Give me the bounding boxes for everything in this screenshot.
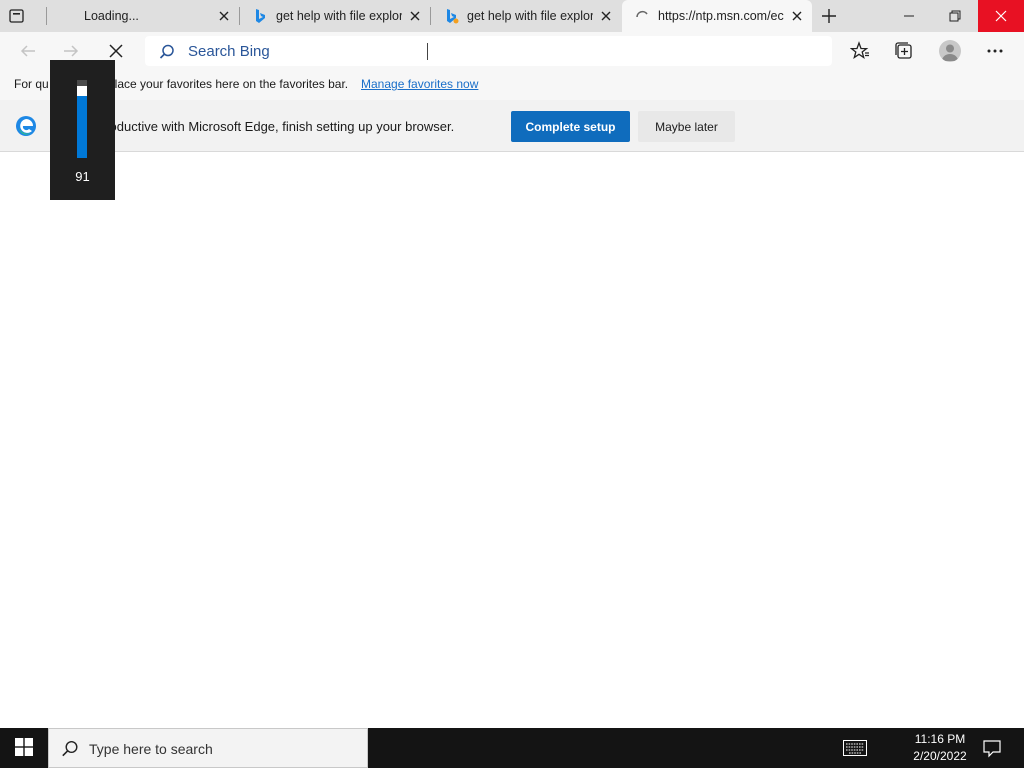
- touch-keyboard-icon[interactable]: [843, 740, 867, 756]
- forward-icon[interactable]: [60, 40, 82, 62]
- tab-close-icon[interactable]: [599, 9, 613, 23]
- taskbar-clock[interactable]: 11:16 PM 2/20/2022: [895, 731, 985, 765]
- tab-close-icon[interactable]: [408, 9, 422, 23]
- more-options-icon[interactable]: [984, 40, 1006, 62]
- address-bar[interactable]: Search Bing: [145, 36, 832, 66]
- manage-favorites-link[interactable]: Manage favorites now: [361, 77, 478, 91]
- notification-center-icon[interactable]: [982, 738, 1002, 758]
- complete-setup-button[interactable]: Complete setup: [511, 111, 630, 142]
- text-caret: [427, 43, 428, 60]
- maybe-later-button[interactable]: Maybe later: [638, 111, 735, 142]
- volume-flyout: 91: [50, 60, 115, 200]
- tab-actions-icon[interactable]: [8, 7, 26, 25]
- tab-close-icon[interactable]: [217, 9, 231, 23]
- taskbar-search-placeholder: Type here to search: [89, 741, 213, 757]
- tab-msn-active[interactable]: https://ntp.msn.com/ec: [622, 0, 812, 32]
- close-button[interactable]: [978, 0, 1024, 32]
- clock-date: 2/20/2022: [913, 749, 967, 763]
- favorites-star-icon[interactable]: [849, 40, 871, 62]
- restore-button[interactable]: [932, 0, 978, 32]
- taskbar: Type here to search 11:16 PM 2/20/2022: [0, 728, 1024, 768]
- browser-toolbar: Search Bing: [0, 32, 1024, 70]
- search-icon: [61, 740, 79, 758]
- collections-icon[interactable]: [893, 40, 915, 62]
- setup-banner: productive with Microsoft Edge, finish s…: [0, 100, 1024, 152]
- tab-title: https://ntp.msn.com/ec: [658, 9, 784, 23]
- clock-time: 11:16 PM: [914, 732, 966, 746]
- tab-title: Loading...: [84, 9, 139, 23]
- volume-thumb[interactable]: [77, 86, 87, 96]
- favorites-bar: For qu place your favorites here on the …: [0, 70, 1024, 100]
- setup-message: productive with Microsoft Edge, finish s…: [98, 119, 455, 134]
- bing-icon: [252, 8, 268, 24]
- edge-logo-icon: [15, 115, 37, 137]
- screen: Loading... get help with file explor get…: [0, 0, 1024, 768]
- spinner-icon: [634, 8, 650, 24]
- back-icon[interactable]: [17, 40, 39, 62]
- address-placeholder: Search Bing: [188, 43, 270, 60]
- minimize-button[interactable]: [886, 0, 932, 32]
- volume-slider[interactable]: [77, 80, 87, 158]
- tab-loading[interactable]: Loading...: [47, 0, 239, 32]
- start-button[interactable]: [0, 728, 48, 768]
- tab-strip: Loading... get help with file explor get…: [0, 0, 1024, 32]
- windows-logo-icon: [15, 737, 33, 759]
- profile-avatar-icon[interactable]: [939, 40, 961, 62]
- tab-title: get help with file explor: [467, 9, 593, 23]
- tab-bing-1[interactable]: get help with file explor: [240, 0, 430, 32]
- favorites-bar-text-start: For qu: [14, 77, 49, 91]
- tab-title: get help with file explor: [276, 9, 402, 23]
- tab-bing-2[interactable]: get help with file explor: [431, 0, 621, 32]
- taskbar-search-box[interactable]: Type here to search: [48, 728, 368, 768]
- favorites-bar-text: place your favorites here on the favorit…: [108, 77, 349, 91]
- new-tab-icon[interactable]: [820, 7, 838, 25]
- stop-loading-icon[interactable]: [105, 40, 127, 62]
- bing-icon: [443, 8, 459, 24]
- volume-value: 91: [75, 169, 90, 184]
- tab-close-icon[interactable]: [790, 9, 804, 23]
- search-icon: [159, 44, 175, 60]
- volume-fill: [77, 96, 87, 158]
